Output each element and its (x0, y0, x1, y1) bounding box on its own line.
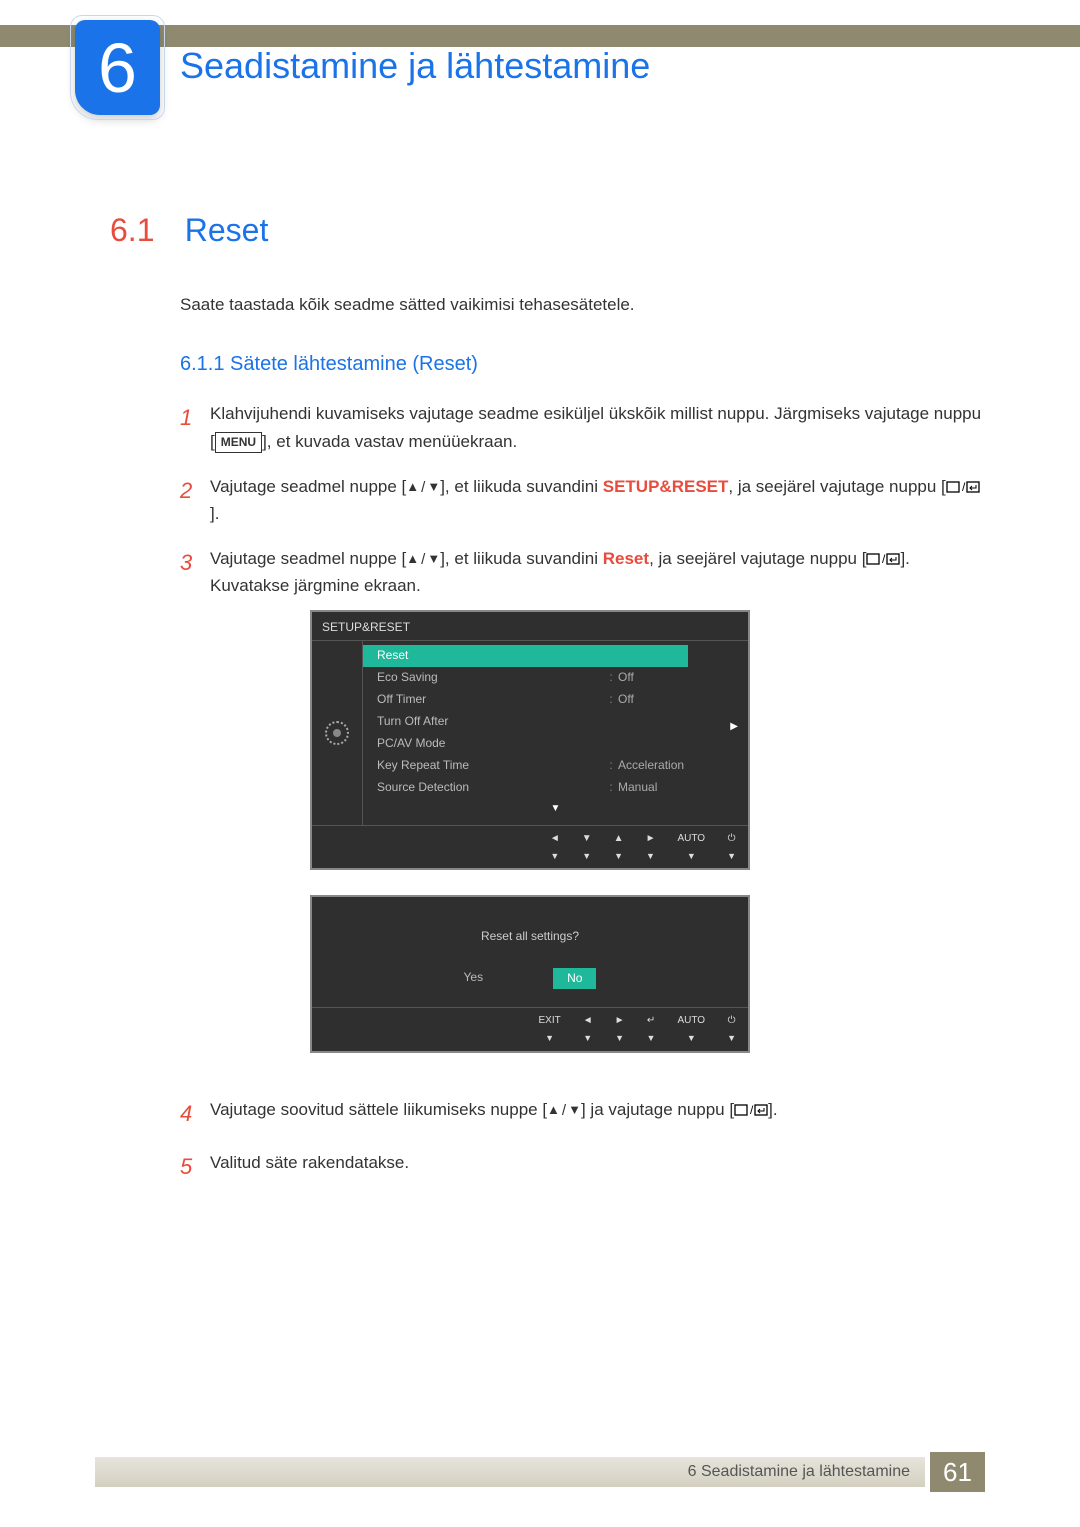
osd-confirm-reset: Reset all settings? Yes No EXIT▼ ◄▼ ►▼ ↵… (310, 895, 750, 1053)
section-number: 6.1 (110, 205, 180, 256)
osd-item: Source Detection:Manual (363, 777, 748, 799)
osd-confirm-text: Reset all settings? (312, 927, 748, 946)
down-triangle-icon: ▼ (568, 1100, 581, 1121)
osd-item: Key Repeat Time:Acceleration (363, 755, 748, 777)
chevron-right-icon: ▶ (730, 719, 738, 735)
osd-menu: Reset Eco Saving:Off Off Timer:Off Turn … (362, 641, 748, 825)
step-4: 4 Vajutage soovitud sättele liikumiseks … (180, 1096, 985, 1131)
setup-reset-highlight: SETUP&RESET (603, 477, 729, 496)
subsection-heading: 6.1.1 Sätete lähtestamine (Reset) (180, 348, 985, 380)
section-heading: 6.1 Reset (110, 205, 985, 256)
osd-title: SETUP&RESET (312, 612, 748, 641)
up-triangle-icon: ▲ (406, 549, 419, 570)
svg-text:/: / (750, 1103, 754, 1117)
chapter-number: 6 (98, 28, 137, 108)
chevron-down-icon: ▼ (363, 799, 748, 821)
step-3: 3 Vajutage seadmel nuppe [▲/▼], et liiku… (180, 545, 985, 1078)
page-number: 61 (943, 1457, 972, 1488)
page-content: 6.1 Reset Saate taastada kõik seadme sät… (0, 110, 1080, 1184)
enter-icon: / (946, 480, 980, 494)
gear-icon (325, 721, 349, 745)
chapter-number-badge: 6 (75, 20, 160, 115)
osd-footer: ◄▼ ▼▼ ▲▼ ►▼ AUTO▼ ⏻▼ (312, 825, 748, 868)
page-number-badge: 61 (930, 1452, 985, 1492)
osd-setup-reset: SETUP&RESET Reset Eco Saving:Off Off Tim… (310, 610, 750, 871)
section-title: Reset (185, 212, 269, 248)
steps-list: 1 Klahvijuhendi kuvamiseks vajutage sead… (180, 400, 985, 1184)
svg-text:/: / (962, 480, 966, 494)
osd-item: PC/AV Mode (363, 733, 748, 755)
menu-button-icon: MENU (215, 432, 262, 453)
up-triangle-icon: ▲ (406, 477, 419, 498)
osd-item: Turn Off After (363, 711, 748, 733)
step-1: 1 Klahvijuhendi kuvamiseks vajutage sead… (180, 400, 985, 454)
down-triangle-icon: ▼ (427, 477, 440, 498)
step-5: 5 Valitud säte rakendatakse. (180, 1149, 985, 1184)
osd-item: Eco Saving:Off (363, 667, 748, 689)
footer-text: 6 Seadistamine ja lähtestamine (688, 1463, 910, 1481)
page-header: 6 Seadistamine ja lähtestamine (0, 0, 1080, 110)
enter-icon: / (734, 1103, 768, 1117)
osd-yes-option: Yes (464, 968, 484, 989)
chapter-title: Seadistamine ja lähtestamine (180, 45, 650, 87)
enter-icon: / (866, 552, 900, 566)
page-footer: 6 Seadistamine ja lähtestamine 61 (0, 1452, 1080, 1492)
reset-highlight: Reset (603, 549, 649, 568)
up-triangle-icon: ▲ (547, 1100, 560, 1121)
subsection-title: Sätete lähtestamine (Reset) (230, 353, 478, 375)
subsection-number: 6.1.1 (180, 353, 224, 375)
section-intro: Saate taastada kõik seadme sätted vaikim… (180, 291, 985, 318)
osd-item-reset: Reset (363, 645, 688, 667)
svg-text:/: / (882, 552, 886, 566)
osd-footer: EXIT▼ ◄▼ ►▼ ↵▼ AUTO▼ ⏻▼ (312, 1007, 748, 1050)
footer-bar: 6 Seadistamine ja lähtestamine (95, 1457, 925, 1487)
osd-no-option: No (553, 968, 596, 989)
step-2: 2 Vajutage seadmel nuppe [▲/▼], et liiku… (180, 473, 985, 527)
osd-screenshots: SETUP&RESET Reset Eco Saving:Off Off Tim… (310, 610, 985, 1053)
down-triangle-icon: ▼ (427, 549, 440, 570)
osd-item: Off Timer:Off (363, 689, 748, 711)
